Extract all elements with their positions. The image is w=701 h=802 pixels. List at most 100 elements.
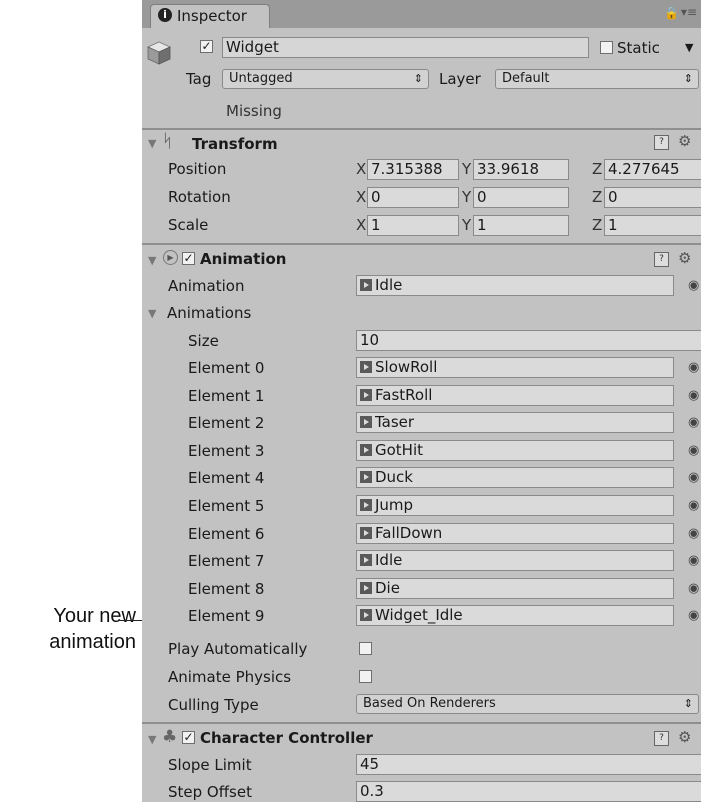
help-book-icon[interactable]: ? (654, 731, 669, 746)
transform-x-field[interactable]: 0 (367, 187, 459, 208)
static-checkbox[interactable] (600, 41, 613, 54)
layer-label: Layer (439, 70, 481, 88)
element-label: Element 3 (188, 441, 265, 460)
transform-y-field[interactable]: 33.9618 (473, 159, 569, 180)
gear-icon[interactable]: ⚙ (678, 249, 691, 267)
transform-z-field[interactable]: 0 (604, 187, 701, 208)
element-clip-value: GotHit (375, 440, 424, 459)
character-controller-foldout-icon[interactable]: ▼ (148, 733, 156, 746)
object-name-field[interactable]: Widget (222, 37, 589, 58)
element-clip-field[interactable]: Duck (356, 467, 674, 489)
static-dropdown-arrow-icon[interactable]: ▼ (685, 41, 693, 54)
element-clip-field[interactable]: FallDown (356, 522, 674, 544)
animations-foldout-icon[interactable]: ▼ (148, 307, 156, 320)
element-clip-value: Jump (375, 496, 414, 514)
element-clip-value: Taser (375, 413, 415, 432)
object-picker-icon[interactable]: ◉ (688, 470, 699, 485)
transform-z-field[interactable]: 4.277645 (604, 159, 701, 180)
separator (142, 128, 701, 130)
element-clip-value: SlowRoll (375, 358, 438, 376)
help-book-icon[interactable]: ? (654, 135, 669, 150)
object-picker-icon[interactable]: ◉ (688, 581, 699, 596)
transform-x-field[interactable]: 1 (367, 215, 459, 236)
callout-line1: Your new (53, 605, 136, 627)
element-clip-value: Widget_Idle (375, 606, 463, 625)
animate-physics-checkbox[interactable] (359, 670, 372, 683)
object-picker-icon[interactable]: ◉ (688, 415, 699, 430)
info-icon: i (158, 8, 172, 22)
play-automatically-checkbox[interactable] (359, 642, 372, 655)
axis-y-label: Y (462, 216, 472, 234)
callout-line2: animation (49, 631, 136, 653)
static-label: Static (617, 39, 660, 57)
element-clip-field[interactable]: Die (356, 577, 674, 599)
object-picker-icon[interactable]: ◉ (688, 498, 699, 513)
separator (142, 243, 701, 245)
object-picker-icon[interactable]: ◉ (688, 278, 699, 293)
object-picker-icon[interactable]: ◉ (688, 360, 699, 375)
animation-enabled-checkbox[interactable]: ✓ (182, 252, 195, 265)
element-clip-field[interactable]: Idle (356, 550, 674, 572)
animation-clip-icon (360, 471, 372, 484)
character-controller-title: Character Controller (200, 729, 373, 747)
culling-type-dropdown[interactable]: Based On Renderers ⇕ (356, 694, 699, 714)
object-picker-icon[interactable]: ◉ (688, 526, 699, 541)
animation-clip-icon (360, 279, 372, 291)
transform-x-field[interactable]: 7.315388 (367, 159, 459, 180)
animation-clip-icon (360, 609, 372, 622)
gear-icon[interactable]: ⚙ (678, 728, 691, 746)
transform-row-label: Rotation (168, 188, 231, 206)
element-clip-field[interactable]: FastRoll (356, 384, 674, 406)
animations-label: Animations (167, 304, 252, 322)
missing-label: Missing (226, 102, 282, 120)
object-picker-icon[interactable]: ◉ (688, 443, 699, 458)
gear-icon[interactable]: ⚙ (678, 132, 691, 150)
tag-label: Tag (186, 70, 212, 88)
help-book-icon[interactable]: ? (654, 252, 669, 267)
transform-y-field[interactable]: 0 (473, 187, 569, 208)
animation-play-icon: ▶ (163, 250, 178, 265)
element-clip-field[interactable]: Taser (356, 412, 674, 434)
tab-bar: i Inspector 🔒 ▾≡ (142, 0, 701, 28)
transform-z-field[interactable]: 1 (604, 215, 701, 236)
animation-clip-icon (360, 581, 372, 594)
element-clip-field[interactable]: Widget_Idle (356, 605, 674, 627)
active-checkbox[interactable]: ✓ (200, 40, 213, 53)
object-picker-icon[interactable]: ◉ (688, 553, 699, 568)
tab-inspector[interactable]: i Inspector (150, 4, 270, 28)
tag-arrow-icon: ⇕ (413, 72, 423, 85)
animation-foldout-icon[interactable]: ▼ (148, 254, 156, 267)
size-field[interactable]: 10 (356, 330, 701, 351)
element-label: Element 0 (188, 359, 265, 377)
slope-limit-field[interactable]: 45 (356, 754, 701, 775)
animation-clip-icon (360, 554, 372, 567)
axis-y-label: Y (462, 160, 472, 178)
character-controller-enabled-checkbox[interactable]: ✓ (182, 731, 195, 744)
element-clip-field[interactable]: GotHit (356, 439, 674, 461)
element-clip-field[interactable]: SlowRoll (356, 357, 674, 378)
culling-type-value: Based On Renderers (363, 696, 496, 711)
animate-physics-label: Animate Physics (168, 668, 292, 686)
transform-y-field[interactable]: 1 (473, 215, 569, 236)
step-offset-label: Step Offset (168, 783, 252, 801)
object-picker-icon[interactable]: ◉ (688, 608, 699, 623)
element-clip-value: FastRoll (375, 385, 433, 404)
animation-clip-field[interactable]: Idle (356, 275, 674, 296)
element-clip-value: FallDown (375, 523, 443, 542)
transform-foldout-icon[interactable]: ▼ (148, 137, 156, 150)
animation-title: Animation (200, 250, 287, 268)
animation-clip-icon (360, 416, 372, 429)
layer-dropdown[interactable]: Default ⇕ (495, 69, 699, 89)
lock-icon[interactable]: 🔒 (664, 6, 679, 20)
axis-z-label: Z (592, 216, 603, 234)
object-picker-icon[interactable]: ◉ (688, 388, 699, 403)
animation-clip-value: Idle (375, 276, 403, 294)
element-clip-field[interactable]: Jump (356, 495, 674, 516)
tab-inspector-label: Inspector (177, 7, 247, 25)
menu-icon[interactable]: ▾≡ (681, 5, 697, 19)
axis-x-label: X (356, 160, 367, 178)
animation-clip-icon (360, 361, 372, 373)
tag-dropdown[interactable]: Untagged ⇕ (222, 69, 429, 89)
element-label: Element 2 (188, 414, 265, 433)
step-offset-field[interactable]: 0.3 (356, 781, 701, 802)
